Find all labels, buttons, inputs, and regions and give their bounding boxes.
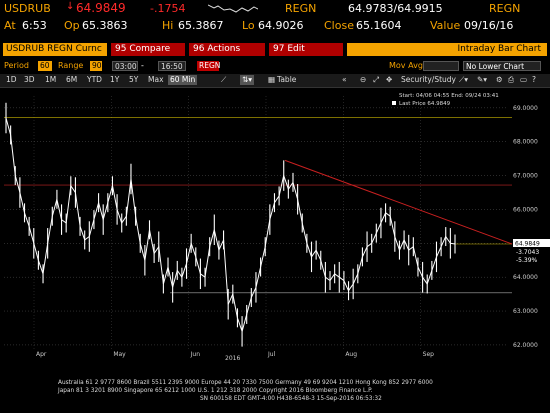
tab-1d[interactable]: 1D — [6, 75, 17, 85]
toolbar: USDRUB REGN Curnc 95 Compare 96 Actions … — [0, 43, 550, 59]
zoom-out-icon[interactable]: ⊖ — [360, 75, 366, 85]
y-tick-label: 68.0000 — [513, 139, 538, 146]
chart-background — [0, 88, 550, 360]
high-value: 65.3867 — [178, 19, 224, 32]
table-view-icon[interactable]: ▦ — [268, 75, 275, 85]
close-value: 65.1604 — [356, 19, 402, 32]
tab-1m[interactable]: 1M — [45, 75, 56, 85]
ohlc-row: At 6:53 Op 65.3863 Hi 65.3867 Lo 64.9026… — [0, 17, 550, 33]
last-price: 64.9849 — [76, 1, 126, 15]
source-input[interactable]: REGN — [197, 61, 220, 71]
edit-button[interactable]: 97 Edit — [269, 43, 343, 56]
x-tick-label: Jul — [267, 351, 276, 358]
lower-chart-select[interactable]: No Lower Chart — [463, 61, 541, 71]
legend-swatch — [392, 101, 396, 105]
year-label: 2016 — [225, 355, 240, 360]
tab-60-min[interactable]: 60 Min — [168, 75, 198, 85]
expand-icon[interactable]: ⤢ — [373, 75, 379, 85]
help-icon[interactable]: ? — [532, 75, 536, 85]
value-date: 09/16/16 — [464, 19, 514, 32]
mov-avg-select[interactable] — [423, 61, 459, 71]
range-dash: - — [141, 61, 144, 70]
table-button[interactable]: Table — [277, 75, 296, 85]
high-label: Hi — [162, 19, 174, 32]
scroll-left-icon[interactable]: « — [342, 75, 347, 85]
period-label: Period — [4, 61, 29, 70]
footer: Australia 61 2 9777 8600 Brazil 5511 239… — [0, 378, 550, 413]
down-arrow-icon: ↓ — [66, 1, 75, 12]
tab-3d[interactable]: 3D — [24, 75, 35, 85]
source-label-2: REGN — [489, 2, 521, 15]
low-value: 64.9026 — [258, 19, 304, 32]
abs-change-tag: -3.7043 — [516, 249, 539, 256]
tab-max[interactable]: Max — [148, 75, 164, 85]
sparkline-icon — [208, 4, 258, 13]
print-icon[interactable]: ⎙ — [508, 75, 514, 85]
settings-icon[interactable]: ⚙ — [496, 75, 503, 85]
tab-ytd[interactable]: YTD — [87, 75, 102, 85]
x-tick-label: Aug — [345, 351, 357, 358]
date-range-text: Start: 04/06 04:55 End: 09/24 03:41 — [399, 93, 499, 99]
security-field[interactable]: USDRUB REGN Curnc — [3, 43, 107, 56]
annotate-icon[interactable]: ✎▾ — [477, 75, 487, 85]
value-label: Value — [430, 19, 461, 32]
period-input[interactable]: 60 — [38, 61, 52, 71]
mov-avg-label: Mov Avg — [389, 61, 423, 70]
security-study-button[interactable]: Security/Study — [401, 75, 456, 85]
draw-icon[interactable]: ⟋▾ — [459, 75, 468, 85]
open-label: Op — [64, 19, 80, 32]
period-tabs: 1D 3D 1M 6M YTD 1Y 5Y Max 60 Min ⟋ ⇅▾ ▦ … — [0, 74, 550, 88]
x-tick-label: Jun — [190, 351, 201, 358]
settings-row: Period 60 Range 90 03:00 - 16:50 REGN Mo… — [0, 60, 550, 73]
close-label: Close — [324, 19, 354, 32]
y-tick-label: 66.0000 — [513, 206, 538, 213]
bar-type-icon[interactable]: ⇅▾ — [240, 75, 255, 85]
actions-button[interactable]: 96 Actions — [189, 43, 265, 56]
y-tick-label: 69.0000 — [513, 105, 538, 112]
x-tick-label: Apr — [36, 351, 47, 358]
chart-title: Intraday Bar Chart — [347, 43, 547, 56]
footer-line-3: SN 600158 EDT GMT-4:00 H438-6548-3 15-Se… — [200, 396, 382, 402]
last-price-tag-text: 64.9849 — [515, 241, 540, 248]
open-value: 65.3863 — [82, 19, 128, 32]
y-tick-label: 62.0000 — [513, 342, 538, 349]
footer-line-2: Japan 81 3 3201 8900 Singapore 65 6212 1… — [58, 388, 373, 394]
price-chart[interactable]: 62.000063.000064.000065.000066.000067.00… — [0, 88, 550, 360]
footer-line-1: Australia 61 2 9777 8600 Brazil 5511 239… — [58, 380, 433, 386]
time-value: 6:53 — [22, 19, 47, 32]
range-input[interactable]: 90 — [90, 61, 102, 71]
y-tick-label: 64.0000 — [513, 274, 538, 281]
pct-change-tag: -5.39% — [516, 257, 538, 264]
ticker-label: USDRUB — [4, 2, 51, 15]
tab-5y[interactable]: 5Y — [129, 75, 138, 85]
source-label-1: REGN — [285, 2, 317, 15]
line-chart-icon[interactable]: ⟋ — [221, 75, 226, 85]
y-tick-label: 63.0000 — [513, 308, 538, 315]
minimize-icon[interactable]: ▭ — [520, 75, 527, 85]
net-change: -.1754 — [150, 2, 186, 15]
tab-1y[interactable]: 1Y — [110, 75, 119, 85]
tab-6m[interactable]: 6M — [66, 75, 77, 85]
at-label: At — [4, 19, 16, 32]
x-tick-label: Sep — [423, 351, 435, 358]
end-time-input[interactable]: 16:50 — [158, 61, 186, 71]
range-label: Range — [58, 61, 84, 70]
y-tick-label: 67.0000 — [513, 173, 538, 180]
bid-ask: 64.9783/64.9915 — [348, 2, 443, 15]
low-label: Lo — [242, 19, 255, 32]
compare-button[interactable]: 95 Compare — [111, 43, 185, 56]
x-tick-label: May — [113, 351, 126, 358]
legend-last-price: Last Price 64.9849 — [399, 101, 451, 107]
start-time-input[interactable]: 03:00 — [112, 61, 138, 71]
pan-icon[interactable]: ✥ — [386, 75, 392, 85]
quote-header: USDRUB ↓ 64.9849 -.1754 REGN 64.9783/64.… — [0, 0, 550, 16]
